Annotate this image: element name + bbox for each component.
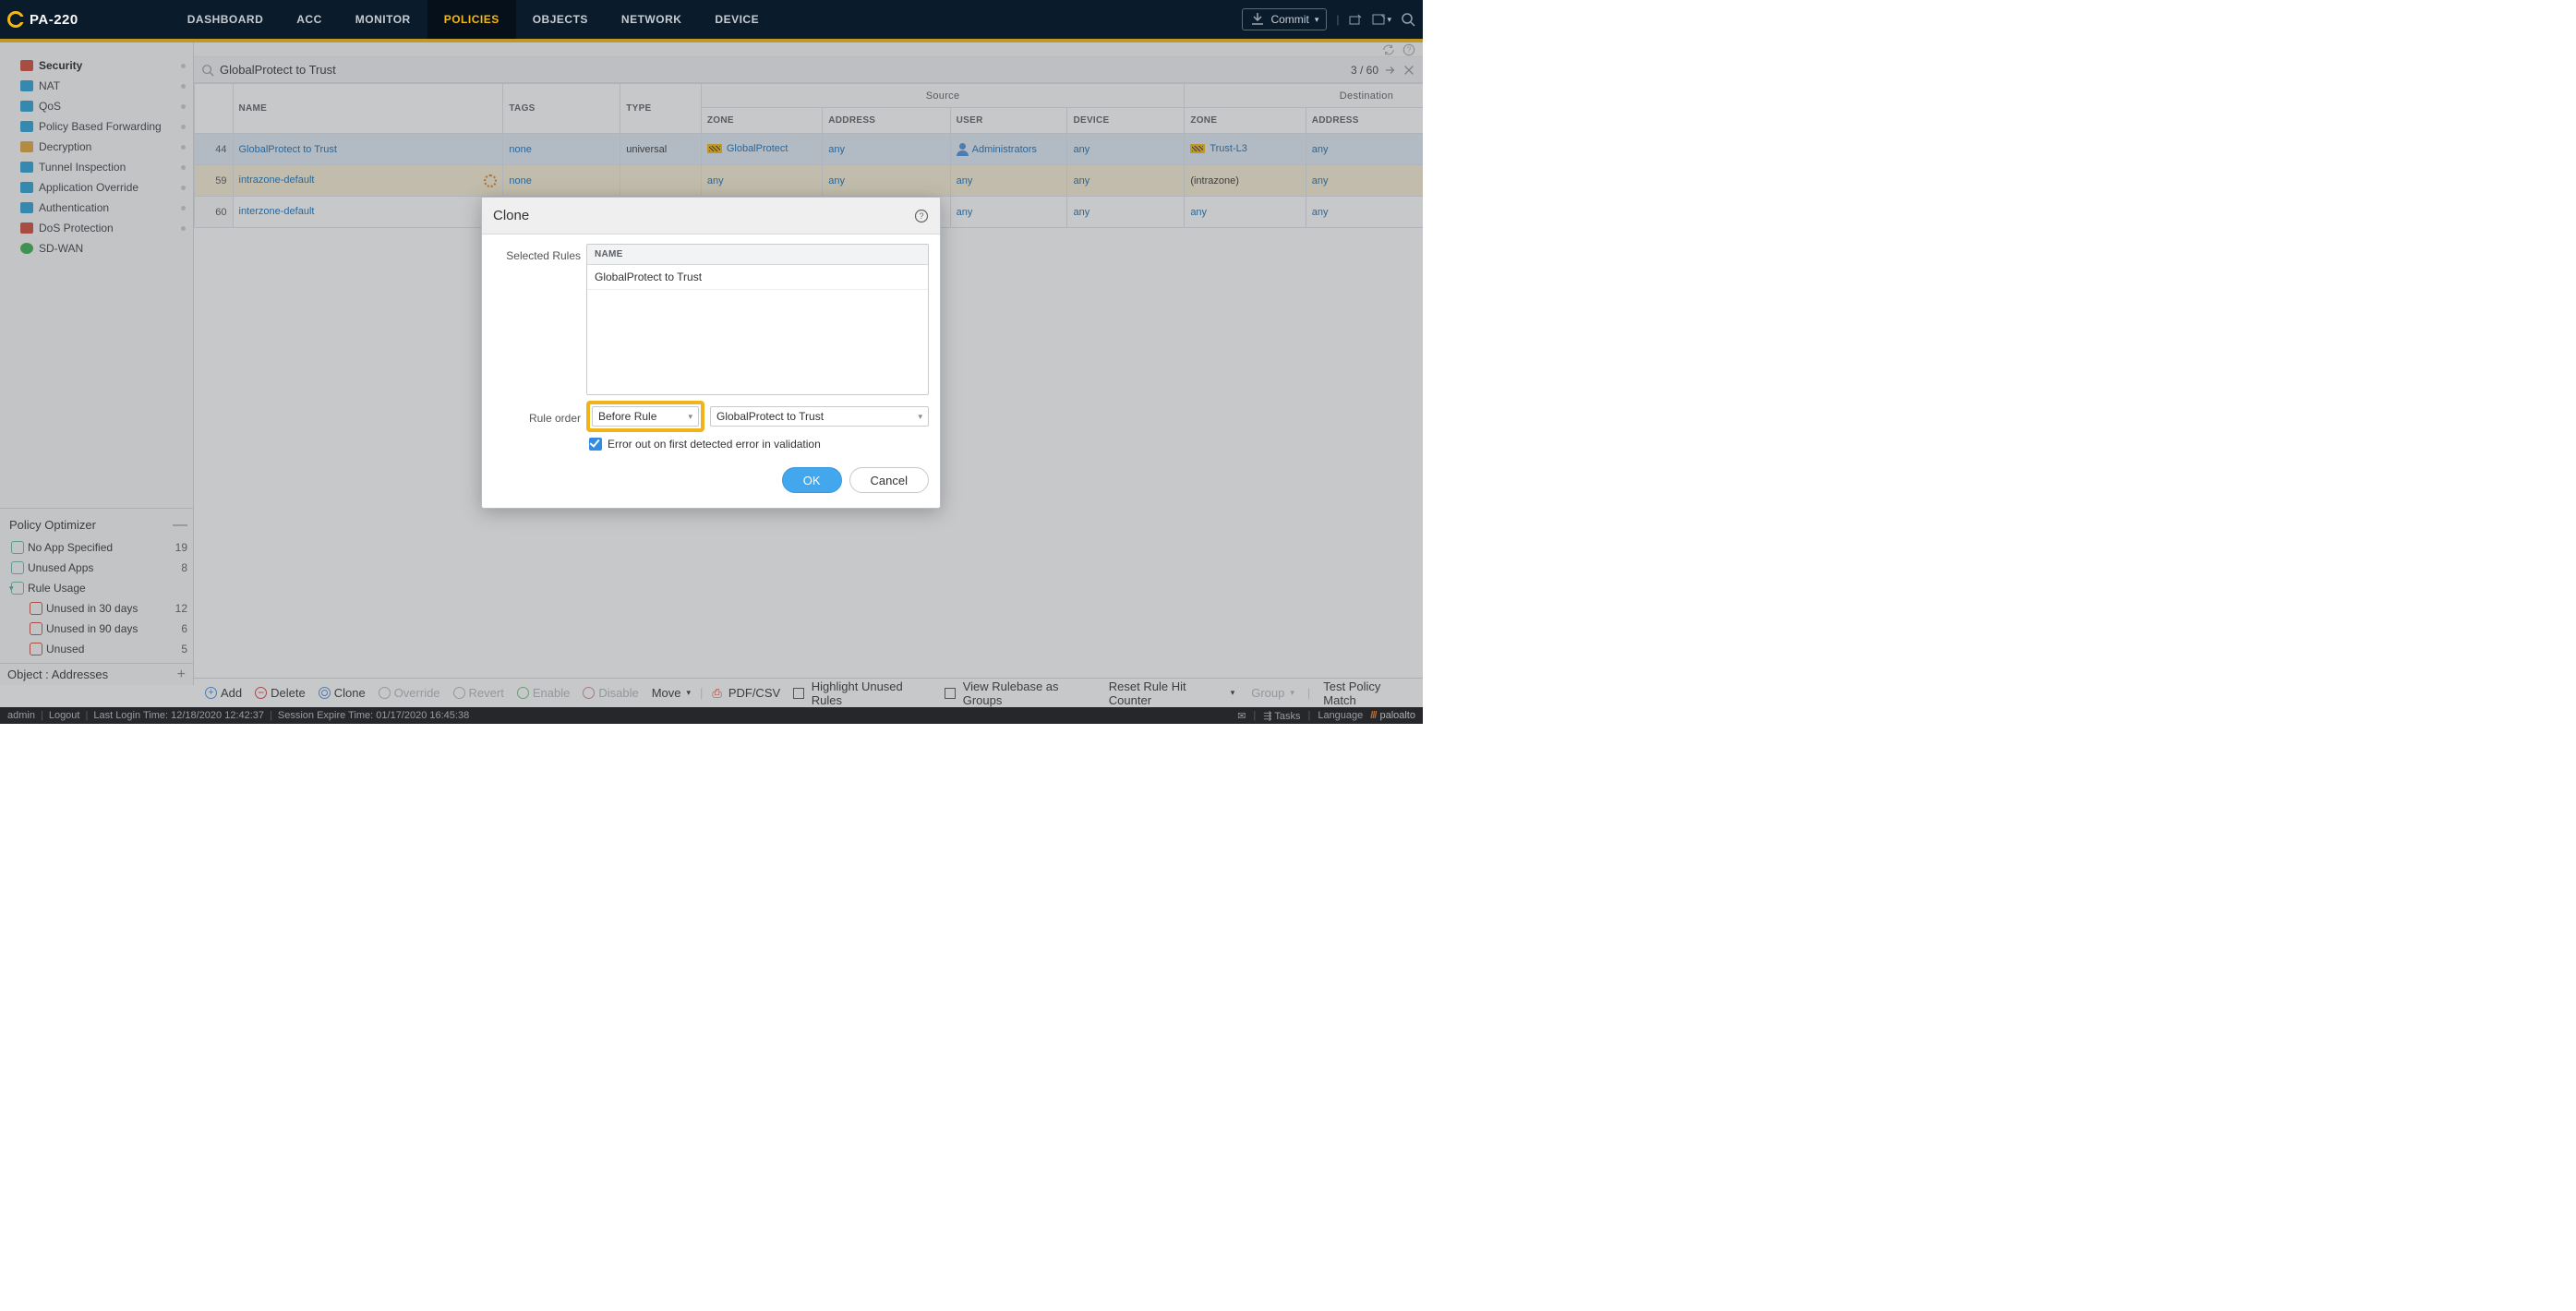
tab-monitor[interactable]: MONITOR [339,0,427,39]
checkbox-checked-icon[interactable] [589,438,602,451]
clone-modal: Clone ? Selected Rules NAME GlobalProtec… [481,197,941,509]
target-rule-select[interactable]: GlobalProtect to Trust▾ [710,406,929,427]
chevron-down-icon: ▾ [1387,15,1391,25]
config-push-icon[interactable] [1372,12,1387,27]
rule-order-highlight: Before Rule▾ [586,401,704,432]
error-out-row[interactable]: Error out on first detected error in val… [493,438,929,451]
modal-header: Clone ? [482,198,940,235]
tab-objects[interactable]: OBJECTS [516,0,605,39]
cancel-button[interactable]: Cancel [849,467,929,493]
modal-title: Clone [493,208,529,223]
rule-order-label: Rule order [493,408,581,425]
tab-device[interactable]: DEVICE [698,0,776,39]
chevron-down-icon: ▾ [1315,15,1319,25]
chevron-down-icon: ▾ [918,412,922,422]
chevron-down-icon: ▾ [688,412,692,422]
separator: | [1336,13,1339,26]
commit-icon [1250,12,1265,27]
nav-tabs: DASHBOARD ACC MONITOR POLICIES OBJECTS N… [171,0,776,39]
nav-right: Commit ▾ | ▾ [1242,0,1415,39]
svg-text:?: ? [919,211,923,221]
tab-acc[interactable]: ACC [280,0,339,39]
tab-policies[interactable]: POLICIES [427,0,516,39]
tab-network[interactable]: NETWORK [605,0,699,39]
logo-icon [7,11,24,28]
commit-button[interactable]: Commit ▾ [1242,8,1327,30]
config-lock-icon[interactable] [1348,12,1363,27]
rule-order-select[interactable]: Before Rule▾ [592,406,699,427]
tab-dashboard[interactable]: DASHBOARD [171,0,281,39]
selected-rules-list: NAME GlobalProtect to Trust [586,244,929,395]
product-name: PA-220 [30,12,78,28]
top-nav: PA-220 DASHBOARD ACC MONITOR POLICIES OB… [0,0,1423,39]
error-out-label: Error out on first detected error in val… [608,438,821,451]
selected-rules-label: Selected Rules [493,244,581,395]
selected-rule-item[interactable]: GlobalProtect to Trust [587,265,928,290]
product-logo: PA-220 [0,11,88,28]
search-icon[interactable] [1401,12,1415,27]
ok-button[interactable]: OK [782,467,842,493]
commit-label: Commit [1270,13,1308,26]
help-icon[interactable]: ? [914,209,929,223]
list-header: NAME [587,245,928,265]
